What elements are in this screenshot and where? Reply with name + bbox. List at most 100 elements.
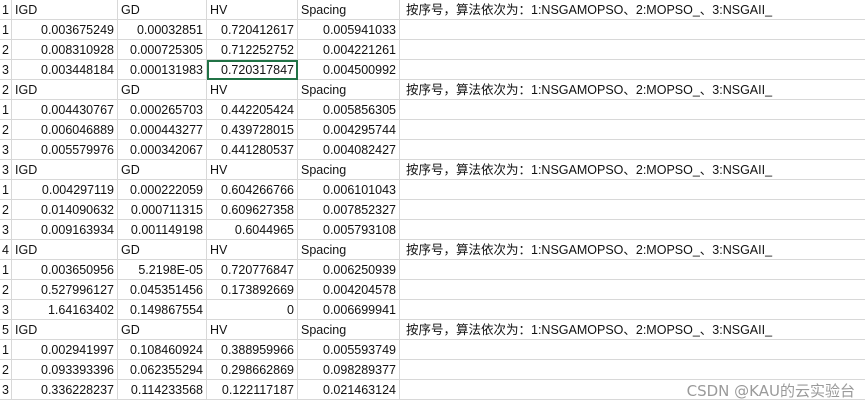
data-cell[interactable]: 0.005941033 (298, 20, 400, 40)
row-number-cell[interactable]: 3 (0, 220, 12, 240)
data-cell[interactable]: 0.527996127 (12, 280, 118, 300)
header-cell[interactable]: IGD (12, 240, 118, 260)
data-cell[interactable]: 0.098289377 (298, 360, 400, 380)
header-cell[interactable]: Spacing (298, 0, 400, 20)
data-cell[interactable]: 0.00032851 (118, 20, 207, 40)
data-cell[interactable]: 0.000443277 (118, 120, 207, 140)
data-cell[interactable]: 0.712252752 (207, 40, 298, 60)
data-cell[interactable]: 0.003448184 (12, 60, 118, 80)
data-cell[interactable]: 0.009163934 (12, 220, 118, 240)
data-cell[interactable]: 0.006250939 (298, 260, 400, 280)
empty-cell[interactable] (400, 360, 865, 380)
empty-cell[interactable] (400, 120, 865, 140)
data-cell[interactable]: 0.000342067 (118, 140, 207, 160)
data-cell[interactable]: 5.2198E-05 (118, 260, 207, 280)
data-cell[interactable]: 0.004082427 (298, 140, 400, 160)
data-cell[interactable]: 0.003675249 (12, 20, 118, 40)
empty-cell[interactable] (400, 260, 865, 280)
header-cell[interactable]: GD (118, 0, 207, 20)
header-cell[interactable]: Spacing (298, 80, 400, 100)
empty-cell[interactable] (400, 300, 865, 320)
data-cell[interactable]: 0.005793108 (298, 220, 400, 240)
data-cell[interactable]: 0.005593749 (298, 340, 400, 360)
header-cell[interactable]: HV (207, 320, 298, 340)
data-cell[interactable]: 0.006046889 (12, 120, 118, 140)
empty-cell[interactable] (400, 100, 865, 120)
data-cell[interactable]: 0.006101043 (298, 180, 400, 200)
header-cell[interactable]: IGD (12, 160, 118, 180)
data-cell[interactable]: 0.604266766 (207, 180, 298, 200)
data-cell[interactable]: 0.609627358 (207, 200, 298, 220)
data-cell[interactable]: 0.000222059 (118, 180, 207, 200)
data-cell[interactable]: 0.442205424 (207, 100, 298, 120)
data-cell[interactable]: 0.007852327 (298, 200, 400, 220)
data-cell[interactable]: 0.005856305 (298, 100, 400, 120)
row-number-cell[interactable]: 2 (0, 200, 12, 220)
data-cell[interactable]: 0.021463124 (298, 380, 400, 400)
row-number-cell[interactable]: 2 (0, 40, 12, 60)
data-cell[interactable]: 0.004297119 (12, 180, 118, 200)
empty-cell[interactable] (400, 180, 865, 200)
note-cell[interactable]: 按序号，算法依次为：1:NSGAMOPSO、2:MOPSO_、3:NSGAII_ (400, 320, 865, 340)
row-number-cell[interactable]: 1 (0, 100, 12, 120)
data-cell[interactable]: 0.149867554 (118, 300, 207, 320)
header-cell[interactable]: Spacing (298, 240, 400, 260)
row-number-cell[interactable]: 1 (0, 260, 12, 280)
row-number-cell[interactable]: 2 (0, 120, 12, 140)
data-cell[interactable]: 0.062355294 (118, 360, 207, 380)
row-number-cell[interactable]: 1 (0, 180, 12, 200)
data-cell[interactable]: 0.336228237 (12, 380, 118, 400)
block-index-cell[interactable]: 2 (0, 80, 12, 100)
empty-cell[interactable] (400, 220, 865, 240)
data-cell[interactable]: 0.001149198 (118, 220, 207, 240)
data-cell[interactable]: 0.004204578 (298, 280, 400, 300)
data-cell[interactable]: 0.006699941 (298, 300, 400, 320)
header-cell[interactable]: HV (207, 160, 298, 180)
data-cell[interactable]: 0.114233568 (118, 380, 207, 400)
row-number-cell[interactable]: 3 (0, 60, 12, 80)
empty-cell[interactable] (400, 60, 865, 80)
data-cell[interactable]: 0.000131983 (118, 60, 207, 80)
spreadsheet-grid[interactable]: 1 IGD GD HV Spacing 按序号，算法依次为：1:NSGAMOPSO、2:M… (0, 0, 865, 409)
data-cell[interactable]: 0.004430767 (12, 100, 118, 120)
header-cell[interactable]: Spacing (298, 320, 400, 340)
data-cell[interactable]: 0.6044965 (207, 220, 298, 240)
data-cell[interactable]: 1.64163402 (12, 300, 118, 320)
note-cell[interactable]: 按序号，算法依次为：1:NSGAMOPSO、2:MOPSO_、3:NSGAII_ (400, 80, 865, 100)
data-cell[interactable]: 0.388959966 (207, 340, 298, 360)
row-number-cell[interactable]: 1 (0, 340, 12, 360)
row-number-cell[interactable]: 3 (0, 380, 12, 400)
data-cell[interactable]: 0.093393396 (12, 360, 118, 380)
empty-cell[interactable] (400, 280, 865, 300)
data-cell[interactable]: 0.014090632 (12, 200, 118, 220)
empty-cell[interactable] (400, 200, 865, 220)
header-cell[interactable]: IGD (12, 320, 118, 340)
empty-cell[interactable] (400, 140, 865, 160)
header-cell[interactable]: Spacing (298, 160, 400, 180)
data-cell[interactable]: 0.122117187 (207, 380, 298, 400)
note-cell[interactable]: 按序号，算法依次为：1:NSGAMOPSO、2:MOPSO_、3:NSGAII_ (400, 160, 865, 180)
data-cell[interactable]: 0.004295744 (298, 120, 400, 140)
header-cell[interactable]: GD (118, 80, 207, 100)
block-index-cell[interactable]: 3 (0, 160, 12, 180)
header-cell[interactable]: HV (207, 80, 298, 100)
row-number-cell[interactable]: 2 (0, 280, 12, 300)
data-cell[interactable]: 0.720412617 (207, 20, 298, 40)
header-cell[interactable]: GD (118, 160, 207, 180)
data-cell[interactable]: 0.000711315 (118, 200, 207, 220)
note-cell[interactable]: 按序号，算法依次为：1:NSGAMOPSO、2:MOPSO_、3:NSGAII_ (400, 0, 865, 20)
header-cell[interactable]: IGD (12, 0, 118, 20)
data-cell[interactable]: 0.720317847 (207, 60, 298, 80)
row-number-cell[interactable]: 3 (0, 300, 12, 320)
data-cell[interactable]: 0.000725305 (118, 40, 207, 60)
data-cell[interactable]: 0 (207, 300, 298, 320)
header-cell[interactable]: GD (118, 320, 207, 340)
data-cell[interactable]: 0.002941997 (12, 340, 118, 360)
empty-cell[interactable] (400, 340, 865, 360)
empty-cell[interactable] (400, 40, 865, 60)
note-cell[interactable]: 按序号，算法依次为：1:NSGAMOPSO、2:MOPSO_、3:NSGAII_ (400, 240, 865, 260)
row-number-cell[interactable]: 1 (0, 20, 12, 40)
data-cell[interactable]: 0.173892669 (207, 280, 298, 300)
header-cell[interactable]: IGD (12, 80, 118, 100)
row-number-cell[interactable]: 3 (0, 140, 12, 160)
